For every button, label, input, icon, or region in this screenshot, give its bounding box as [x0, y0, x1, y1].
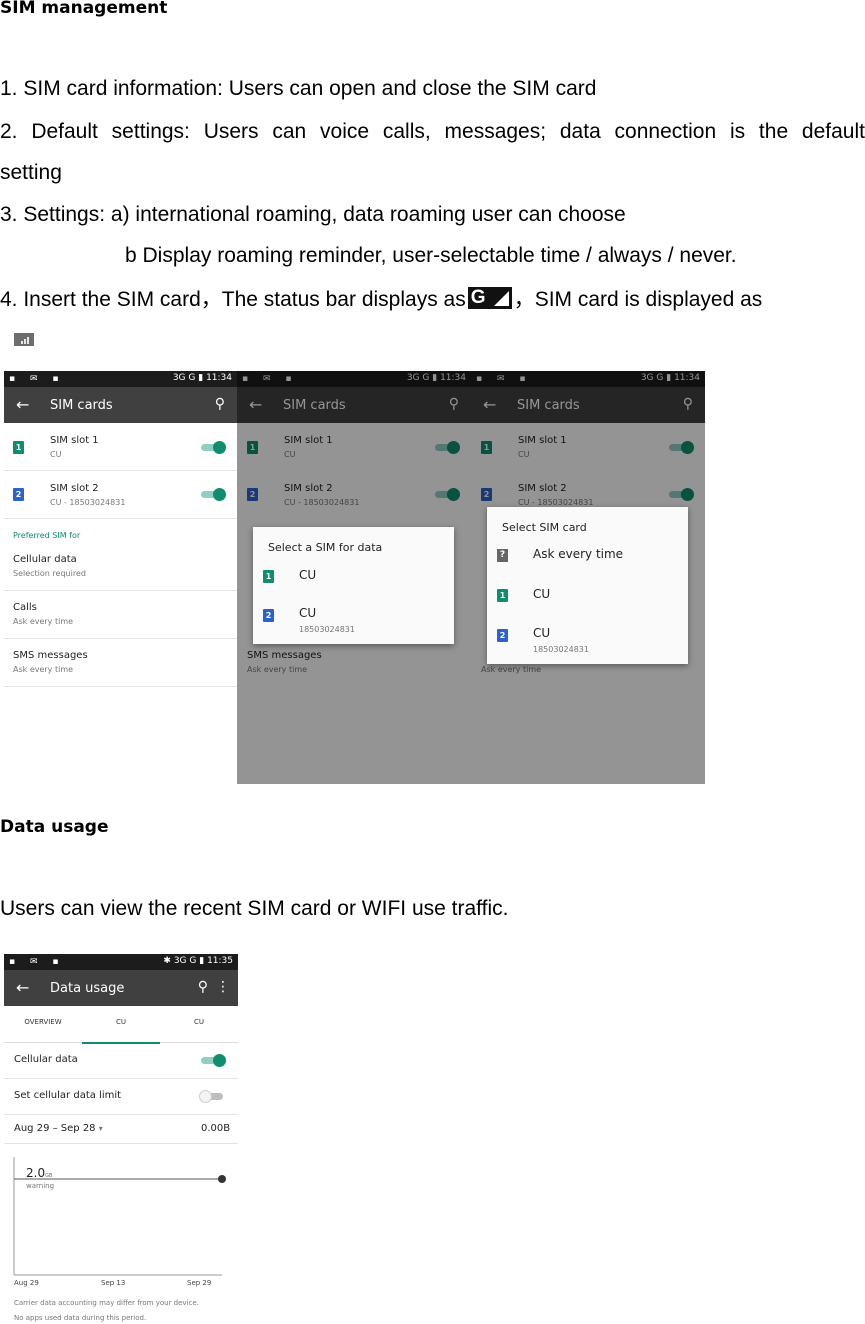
sim1-icon: 1 [497, 589, 508, 602]
item-default-settings-cont: setting [0, 161, 62, 184]
select-sim-card-dialog: Select SIM card ? Ask every time 1 CU 2 … [487, 507, 688, 664]
usage-amount: 0.00B [201, 1123, 231, 1134]
app-bar: ← Data usage ⚲ ⋮ [4, 970, 238, 1006]
tab-cu-1[interactable]: CU [82, 1006, 160, 1044]
item-sim-info: 1. SIM card information: Users can open … [0, 77, 597, 100]
data-usage-heading: Data usage [0, 817, 109, 837]
slot1-sub: CU [50, 450, 62, 459]
search-icon[interactable]: ⚲ [198, 979, 208, 995]
sim-signal-icon [14, 333, 34, 346]
item-settings: 3. Settings: a) international roaming, d… [0, 203, 626, 226]
dialog-title: Select a SIM for data [268, 541, 383, 554]
data-usage-text: Users can view the recent SIM card or WI… [0, 897, 509, 920]
set-limit-toggle[interactable] [199, 1090, 223, 1103]
sim2-icon: 2 [497, 629, 508, 642]
sim-management-heading: SIM management [0, 0, 168, 18]
dialog-option-cu-2-sub: 18503024831 [299, 625, 355, 634]
sim-cards-screen: ▪ ✉ ▪ 3G G ▮ 11:34 ← SIM cards ⚲ 1 SIM s… [4, 371, 237, 784]
item-status-bar-post: ，SIM card is displayed as [513, 288, 763, 311]
x-tick-start: Aug 29 [14, 1279, 39, 1287]
sms-sub: Ask every time [13, 665, 74, 674]
warning-handle [218, 1175, 226, 1183]
slot2-sub: CU - 18503024831 [50, 498, 126, 507]
x-tick-mid: Sep 13 [101, 1279, 126, 1287]
item-status-bar: 4. Insert the SIM card，The status bar di… [0, 287, 762, 312]
item-status-bar-pre: 4. Insert the SIM card，The status bar di… [0, 288, 466, 311]
search-icon[interactable]: ⚲ [215, 396, 225, 412]
note-no-apps: No apps used data during this period. [14, 1314, 147, 1322]
dialog-title: Select SIM card [502, 521, 587, 534]
sim1-icon: 1 [263, 570, 274, 583]
calls-sub: Ask every time [13, 617, 74, 626]
dialog-option-cu-1[interactable]: CU [299, 568, 316, 582]
sms-label[interactable]: SMS messages [13, 650, 88, 661]
signal-g-icon: G [467, 287, 512, 309]
item-default-settings: 2. Default settings: Users can voice cal… [0, 120, 865, 143]
slot2-label[interactable]: SIM slot 2 [50, 483, 99, 494]
cellular-data-label[interactable]: Cellular data [13, 554, 77, 565]
tab-cu-2[interactable]: CU [160, 1006, 238, 1042]
select-sim-data-dialog: Select a SIM for data 1 CU 2 CU 18503024… [253, 527, 454, 644]
status-bar: ▪ ✉ ▪ 3G G ▮ 11:34 [4, 371, 237, 387]
cellular-data-label[interactable]: Cellular data [14, 1054, 78, 1065]
note-carrier: Carrier data accounting may differ from … [14, 1299, 199, 1307]
sim2-icon: 2 [263, 609, 274, 622]
screen-title: Data usage [50, 981, 125, 996]
warning-value[interactable]: 2.0GB [26, 1166, 52, 1180]
dialog-option-cu-2[interactable]: CU [533, 626, 550, 640]
tab-overview[interactable]: OVERVIEW [4, 1006, 82, 1042]
back-arrow-icon[interactable]: ← [16, 395, 29, 414]
sim-data-dialog-screen: ▪ ✉ ▪ 3G G ▮ 11:34 ← SIM cards ⚲ 1 SIM s… [237, 371, 471, 784]
cycle-range[interactable]: Aug 29 – Sep 28 ▾ [14, 1123, 103, 1134]
more-menu-icon[interactable]: ⋮ [216, 979, 230, 995]
chevron-down-icon: ▾ [98, 1124, 103, 1133]
data-usage-screen: ▪ ✉ ▪ ✱ 3G G ▮ 11:35 ← Data usage ⚲ ⋮ OV… [4, 954, 238, 1324]
calls-label[interactable]: Calls [13, 602, 37, 613]
sim2-icon: 2 [13, 488, 24, 501]
dialog-option-cu-2-sub: 18503024831 [533, 645, 589, 654]
dialog-option-cu-2[interactable]: CU [299, 606, 316, 620]
slot1-label[interactable]: SIM slot 1 [50, 435, 99, 446]
item-settings-b: b Display roaming reminder, user-selecta… [125, 244, 737, 267]
x-tick-end: Sep 29 [187, 1279, 212, 1287]
cellular-data-toggle[interactable] [201, 1054, 226, 1067]
tab-bar: OVERVIEW CU CU [4, 1006, 238, 1044]
slot2-toggle[interactable] [201, 488, 226, 501]
preferred-header: Preferred SIM for [13, 531, 81, 540]
cellular-data-sub: Selection required [13, 569, 86, 578]
app-bar: ← SIM cards ⚲ [4, 387, 237, 423]
sim1-icon: 1 [13, 441, 24, 454]
dialog-option-ask[interactable]: Ask every time [533, 547, 623, 561]
dialog-option-cu-1[interactable]: CU [533, 587, 550, 601]
slot1-toggle[interactable] [201, 441, 226, 454]
question-icon: ? [497, 549, 508, 562]
warning-label: warning [26, 1182, 55, 1190]
sim-card-dialog-screen: ▪ ✉ ▪ 3G G ▮ 11:34 ← SIM cards ⚲ 1 SIM s… [471, 371, 705, 784]
back-arrow-icon[interactable]: ← [16, 978, 29, 997]
set-limit-label[interactable]: Set cellular data limit [14, 1090, 121, 1101]
status-bar: ▪ ✉ ▪ ✱ 3G G ▮ 11:35 [4, 954, 238, 970]
screen-title: SIM cards [50, 398, 113, 413]
